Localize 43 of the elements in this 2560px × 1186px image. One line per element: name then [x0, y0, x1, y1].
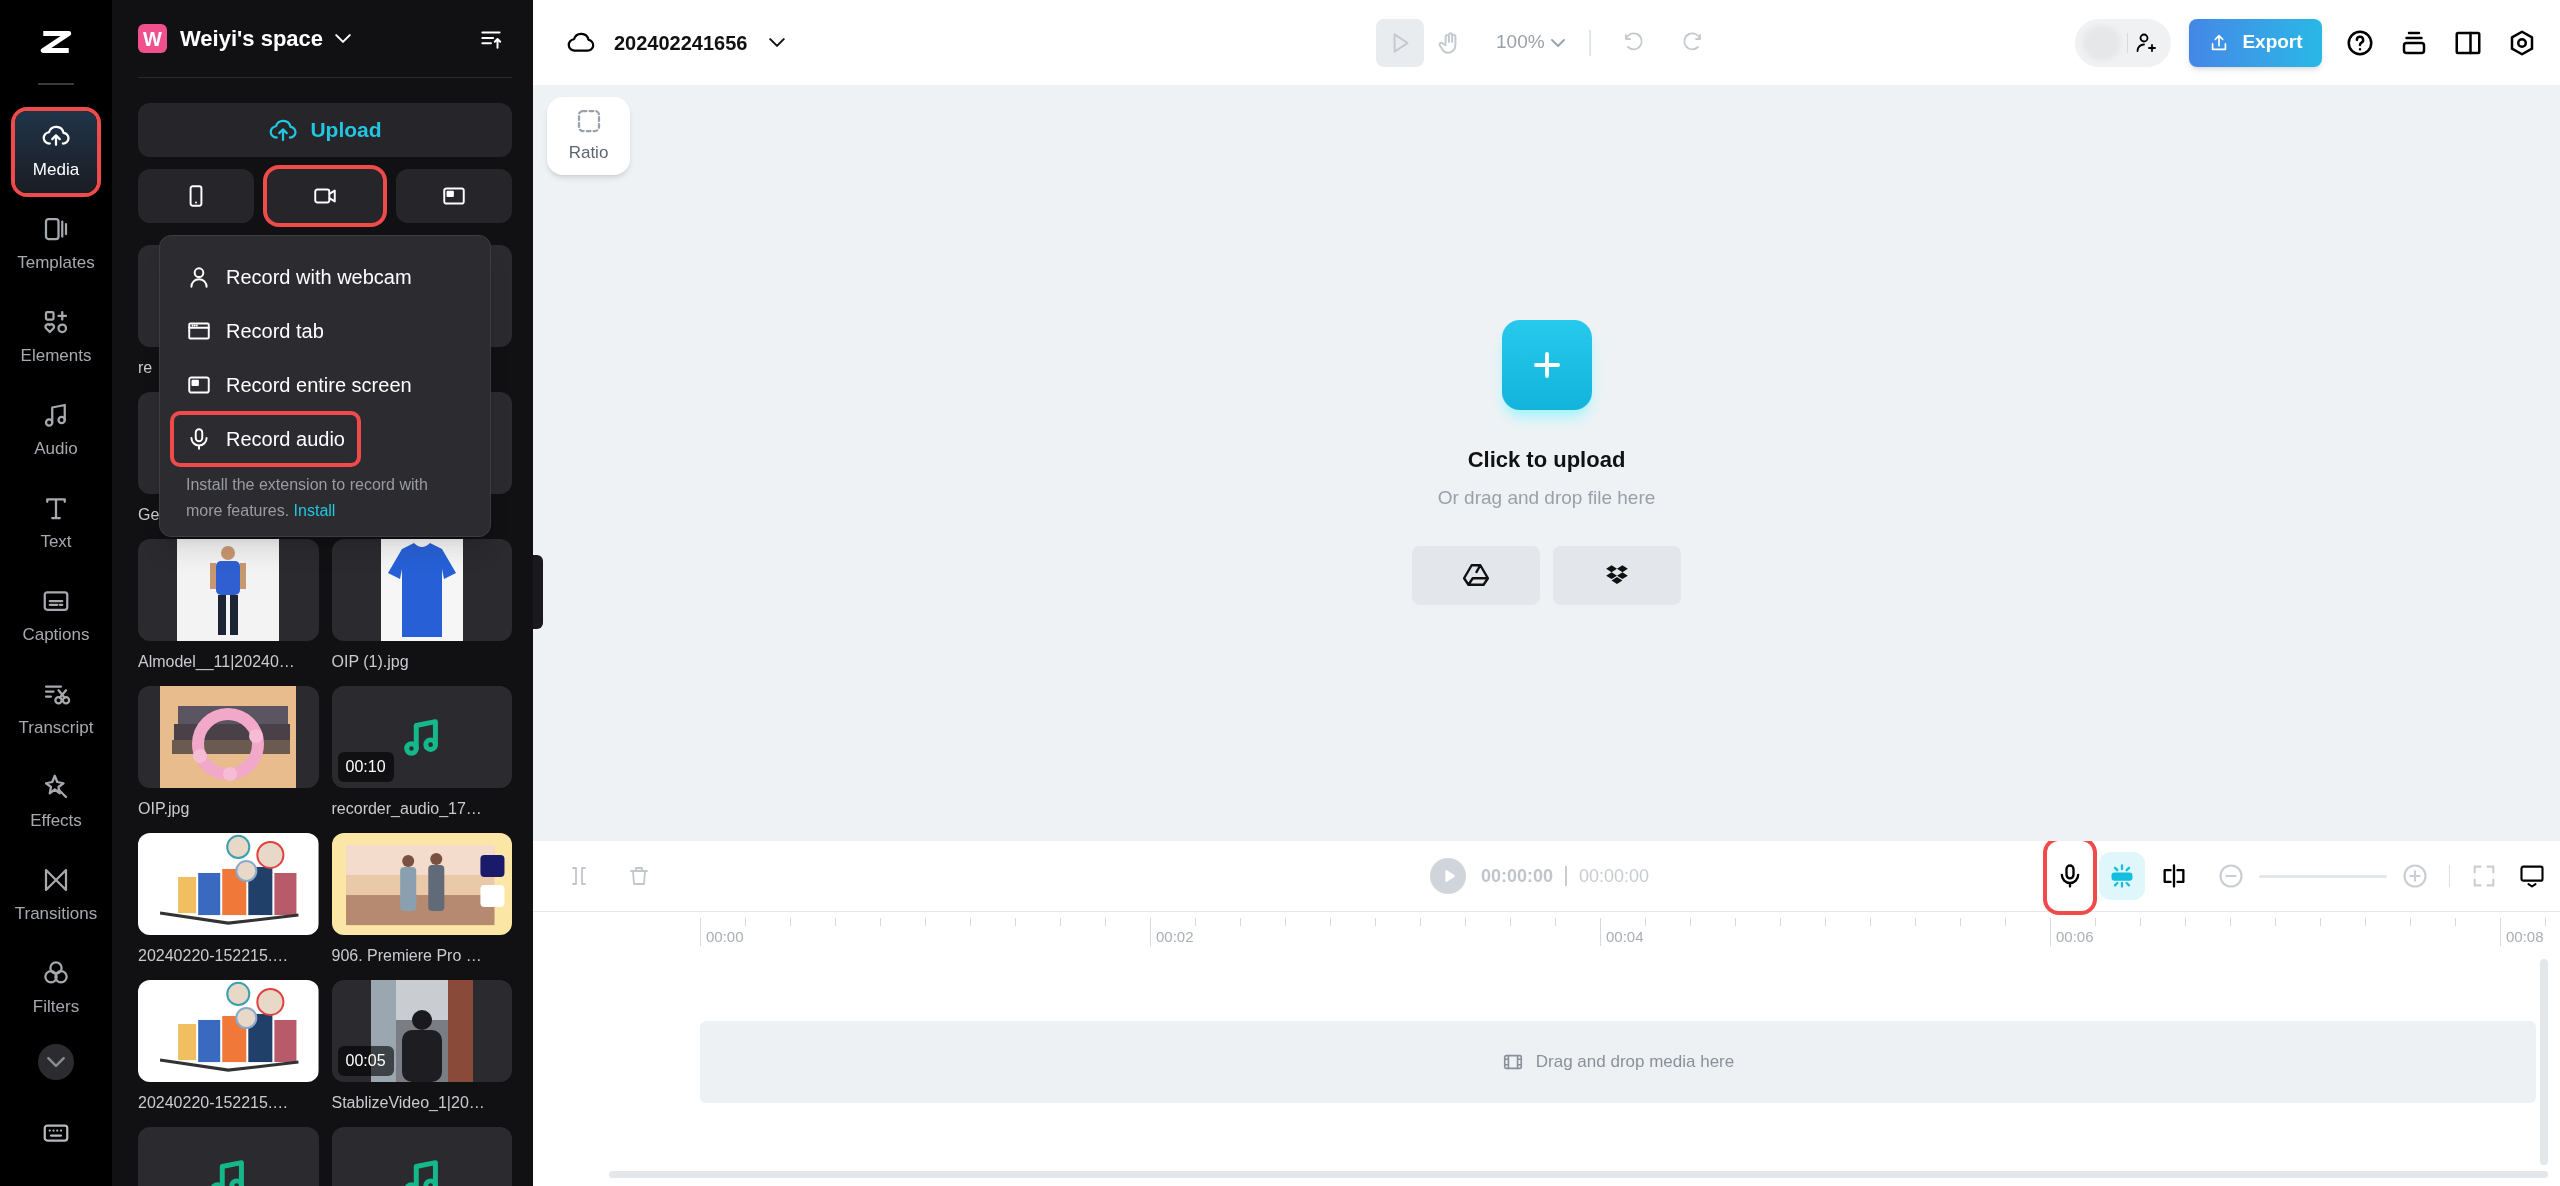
ratio-button[interactable]: Ratio	[547, 97, 630, 175]
record-menu-item[interactable]: Record audio	[174, 415, 357, 463]
record-menu-item[interactable]: Record entire screen	[174, 361, 424, 409]
media-thumbnail[interactable]: 00:10	[331, 686, 512, 788]
track-hint: Drag and drop media here	[1535, 1051, 1735, 1074]
media-filename: 20240220-152215.…	[138, 947, 289, 964]
nav-item[interactable]: Transcript	[15, 669, 97, 751]
media-filename: recorder_audio_17…	[331, 800, 482, 817]
nav-item[interactable]: Filters	[15, 948, 97, 1030]
nav-item[interactable]: Elements	[15, 297, 97, 379]
media-filename: Almodel__11|20240…	[138, 653, 295, 670]
media-filename: 906. Premiere Pro …	[331, 947, 482, 964]
time-label: 00:08	[2506, 927, 2544, 947]
time-label: 00:04	[1606, 927, 1644, 947]
install-link[interactable]: Install	[293, 502, 336, 519]
media-filename: StablizeVideo_1|20…	[331, 1094, 485, 1111]
project-title[interactable]: 202402241656	[614, 27, 786, 58]
nav-item[interactable]: Templates	[15, 204, 97, 286]
workspace-selector[interactable]: Weiyi's space	[180, 22, 352, 55]
nav-item[interactable]: Effects	[15, 762, 97, 844]
record-menu-item[interactable]: Record tab	[174, 307, 336, 355]
duration-badge: 00:10	[337, 752, 394, 782]
extension-note: Install the extension to record with more features. Install	[185, 475, 429, 521]
upload-subtitle: Or drag and drop file here	[1437, 486, 1656, 510]
time-label: 00:00	[706, 927, 744, 947]
nav-item[interactable]: Transitions	[15, 855, 97, 937]
workspace-avatar: W	[138, 24, 167, 53]
record-menu-item[interactable]: Record with webcam	[174, 253, 424, 301]
upload-title: Click to upload	[1467, 446, 1626, 474]
media-filename: 20240220-152215.…	[138, 1094, 289, 1111]
time-label: 00:06	[2056, 927, 2094, 947]
duration-badge: 00:05	[337, 1046, 394, 1076]
time-label: 00:02	[1156, 927, 1194, 947]
upload-button[interactable]: Upload	[138, 103, 512, 157]
media-filename: re	[138, 359, 153, 376]
nav-item[interactable]: Text	[15, 483, 97, 565]
media-filename: OIP.jpg	[138, 800, 190, 817]
media-filename: OIP (1).jpg	[331, 653, 409, 670]
current-time: 00:00:00	[1481, 864, 1554, 888]
media-thumbnail[interactable]: 00:05	[331, 980, 512, 1082]
nav-item[interactable]: Audio	[15, 390, 97, 472]
media-filename: Ge	[138, 506, 160, 523]
nav-item[interactable]: Captions	[15, 576, 97, 658]
